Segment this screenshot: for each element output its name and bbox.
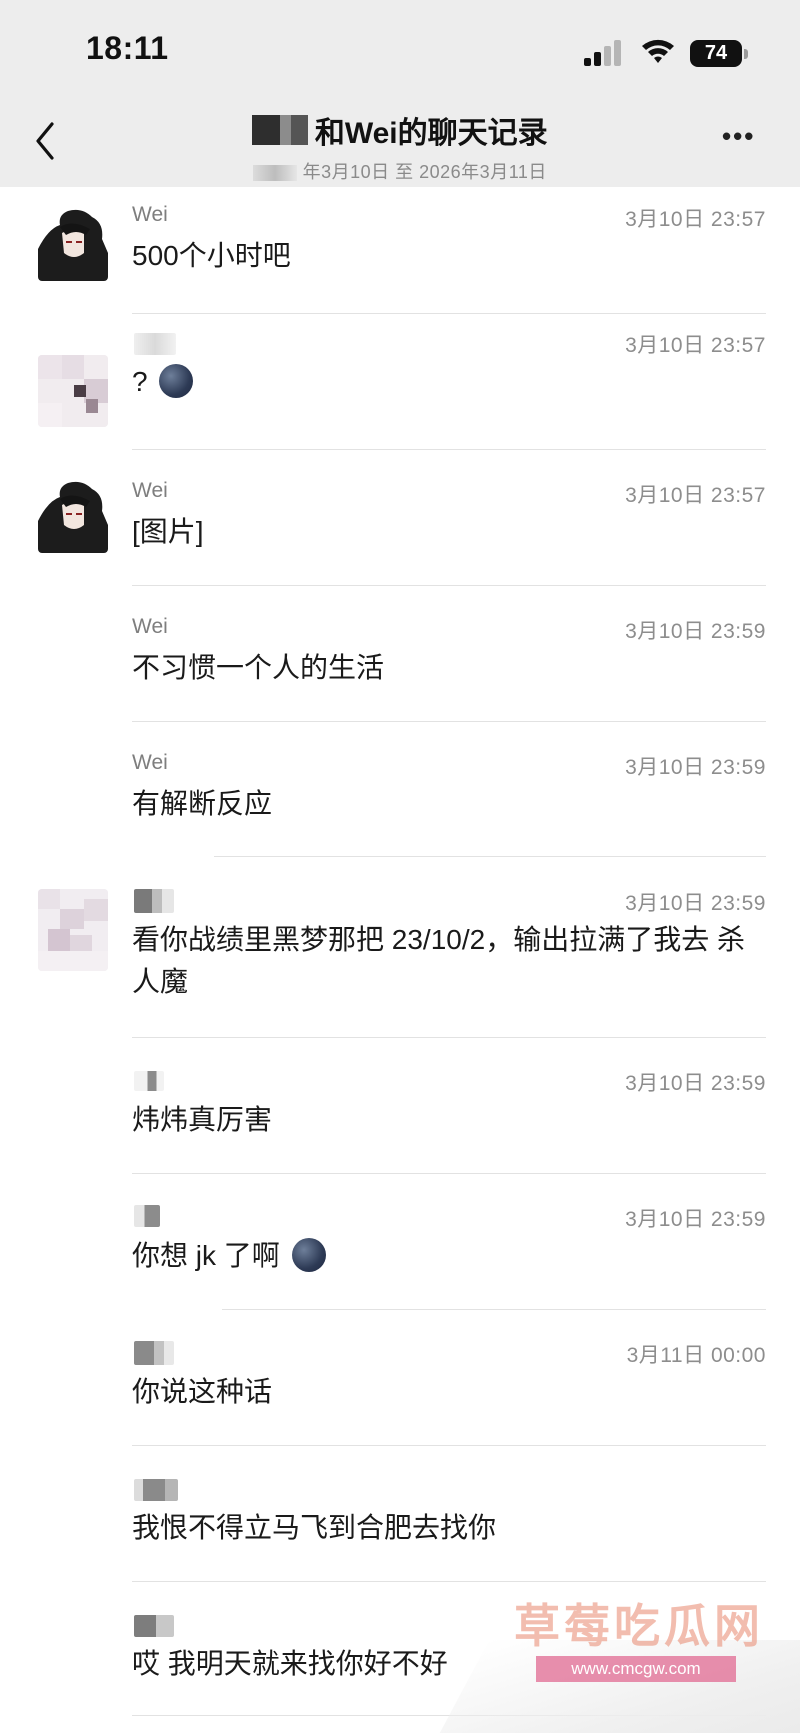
- message-timestamp: 3月10日 23:59: [625, 1072, 766, 1095]
- more-options-icon[interactable]: •••: [722, 123, 762, 152]
- dark-face-emoji-icon: [159, 363, 194, 398]
- redacted-sender-name: [134, 1205, 160, 1227]
- message-text-row: 你想 jk 了啊: [132, 1235, 752, 1277]
- message-item: Wei 3月10日 23:59 有解断反应: [0, 721, 800, 857]
- avatar[interactable]: [38, 481, 108, 553]
- message-item: 3月10日 23:59 你想 jk 了啊: [0, 1173, 800, 1310]
- redacted-sender-name: [134, 1341, 174, 1365]
- message-text-row: ?: [132, 361, 752, 403]
- watermark-url: www.cmcgw.com: [536, 1656, 736, 1682]
- message-timestamp: 3月11日 00:00: [626, 1344, 766, 1367]
- message-item: 3月11日 00:00 你说这种话: [0, 1309, 800, 1446]
- message-text: 有解断反应: [132, 788, 273, 819]
- header-title-block: 和Wei的聊天记录 年3月10日 至 2026年3月11日: [160, 108, 640, 184]
- wifi-icon: [642, 39, 674, 63]
- pixelated-avatar-image: [38, 355, 108, 427]
- watermark-logo-text: 草莓吃瓜网: [514, 1600, 764, 1652]
- message-item: 我恨不得立马飞到合肥去找你: [0, 1445, 800, 1582]
- message-item: Wei 3月10日 23:59 不习惯一个人的生活: [0, 585, 800, 722]
- message-text: 你想 jk 了啊: [132, 1240, 280, 1271]
- message-timestamp: 3月10日 23:59: [625, 1208, 766, 1231]
- message-text: 我恨不得立马飞到合肥去找你: [132, 1512, 497, 1543]
- message-item: Wei 3月10日 23:57 [图片]: [0, 449, 800, 586]
- avatar[interactable]: [38, 889, 108, 971]
- pixelated-avatar-image: [38, 889, 108, 971]
- message-timestamp: 3月10日 23:59: [625, 892, 766, 915]
- redacted-sender-name: [134, 1615, 174, 1637]
- message-text: ?: [132, 366, 148, 397]
- avatar[interactable]: [38, 355, 108, 427]
- message-timestamp: 3月10日 23:59: [625, 756, 766, 779]
- sender-name: Wei: [132, 203, 168, 226]
- page-title: 和Wei的聊天记录: [314, 117, 548, 150]
- message-text: 500个小时吧: [132, 240, 291, 271]
- message-item: 3月10日 23:57 ?: [0, 313, 800, 450]
- message-text: 不习惯一个人的生活: [132, 652, 385, 683]
- sender-name: Wei: [132, 615, 168, 638]
- redacted-sender-name: [134, 333, 176, 355]
- redacted-sender-name: [134, 889, 174, 913]
- date-range-subtitle: 年3月10日 至 2026年3月11日: [160, 158, 640, 184]
- battery-indicator: 74: [690, 40, 742, 67]
- battery-cap: [744, 49, 748, 59]
- cellular-signal-icon: [584, 40, 626, 66]
- anime-avatar-image: [38, 209, 108, 281]
- date-range-text: 年3月10日 至 2026年3月11日: [302, 162, 547, 182]
- redacted-sender-name: [134, 1479, 178, 1501]
- top-bar: 18:11 74 和Wei的聊天记录 年3月10日 至 2026年3月11日 •…: [0, 0, 800, 187]
- redacted-sender-name: [134, 1071, 164, 1091]
- message-timestamp: 3月10日 23:57: [625, 208, 766, 231]
- message-text: 看你战绩里黑梦那把 23/10/2，输出拉满了我去 杀人魔: [132, 924, 745, 997]
- message-item: Wei 3月10日 23:57 500个小时吧: [0, 187, 800, 323]
- message-timestamp: 3月10日 23:59: [625, 620, 766, 643]
- redacted-year: [253, 165, 298, 182]
- message-item: 3月10日 23:59 看你战绩里黑梦那把 23/10/2，输出拉满了我去 杀人…: [0, 857, 800, 1038]
- message-item: 3月10日 23:59 炜炜真厉害: [0, 1037, 800, 1174]
- status-time: 18:11: [86, 30, 169, 66]
- back-chevron-icon[interactable]: [26, 116, 66, 166]
- anime-avatar-image: [38, 481, 108, 553]
- sender-name: Wei: [132, 479, 168, 502]
- message-text[interactable]: [图片]: [132, 511, 752, 553]
- avatar[interactable]: [38, 209, 108, 281]
- redacted-contact-name: [252, 115, 309, 145]
- message-text: 炜炜真厉害: [132, 1104, 273, 1135]
- sender-name: Wei: [132, 751, 168, 774]
- message-timestamp: 3月10日 23:57: [625, 334, 766, 357]
- dark-face-emoji-icon: [291, 1237, 326, 1272]
- message-text: 你说这种话: [132, 1376, 273, 1407]
- message-timestamp: 3月10日 23:57: [625, 484, 766, 507]
